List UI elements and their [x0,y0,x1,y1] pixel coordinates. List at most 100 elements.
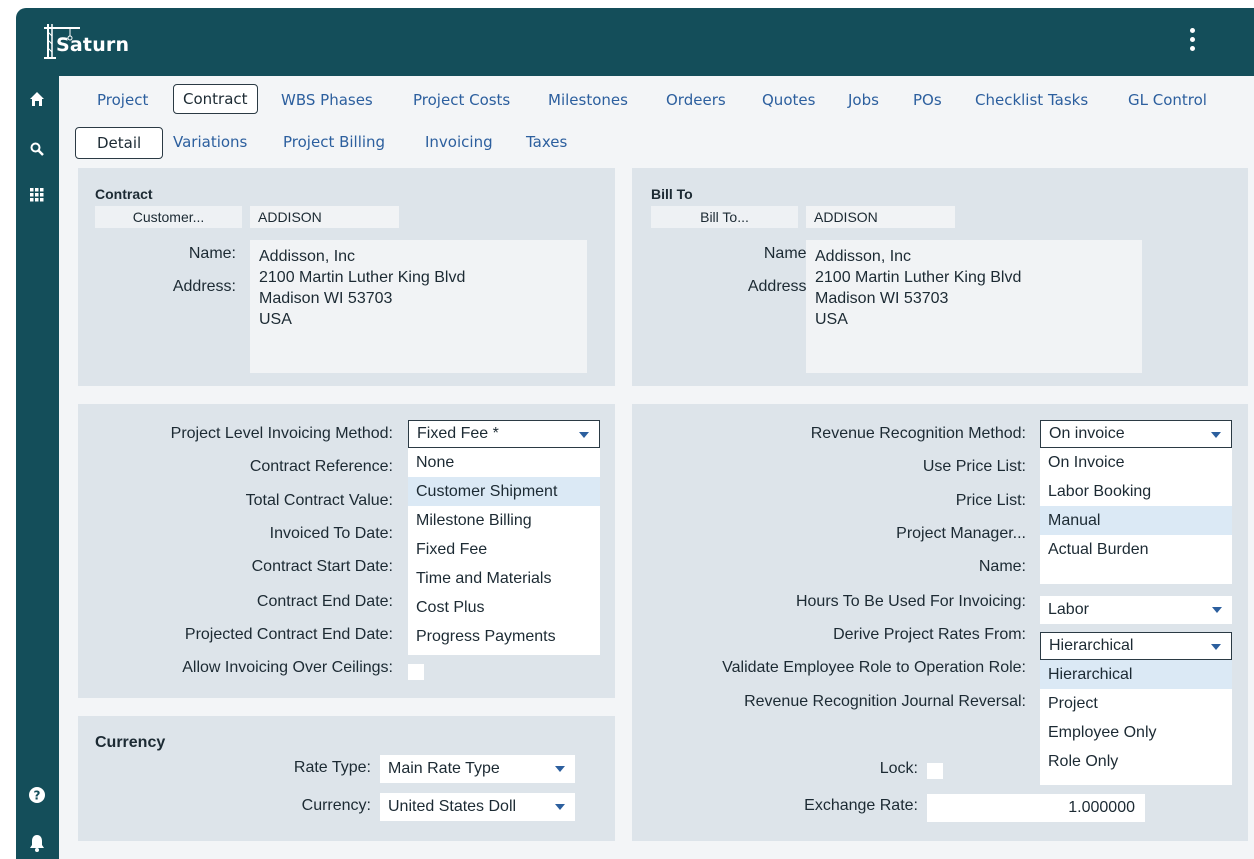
tab-pos[interactable]: POs [913,91,942,109]
invoicing-method-select[interactable]: Fixed Fee * [408,420,600,448]
invoiced-to-date-label: Invoiced To Date: [269,525,393,542]
revenue-method-dropdown: On Invoice Labor Booking Manual Actual B… [1040,448,1232,584]
contract-address-label: Address: [172,278,236,295]
bill-to-address-label: Address: [747,278,811,295]
total-contract-value-label: Total Contract Value: [245,492,393,509]
invoicing-method-dropdown: None Customer Shipment Milestone Billing… [408,448,600,655]
address-line: USA [259,311,292,328]
address-line: Addisson, Inc [815,248,912,265]
exchange-rate-label: Exchange Rate: [804,797,918,814]
bill-to-address-box: Addisson, Inc 2100 Martin Luther King Bl… [806,240,1142,373]
tab-project-billing[interactable]: Project Billing [283,133,385,151]
address-line: 2100 Martin Luther King Blvd [815,269,1022,286]
apps-grid-icon[interactable] [26,184,48,206]
address-line: 2100 Martin Luther King Blvd [259,269,466,286]
option-employee-only[interactable]: Employee Only [1040,718,1232,747]
option-cost-plus[interactable]: Cost Plus [408,593,600,622]
option-manual[interactable]: Manual [1040,506,1232,535]
address-line: Madison WI 53703 [259,290,393,307]
option-time-and-materials[interactable]: Time and Materials [408,564,600,593]
option-customer-shipment[interactable]: Customer Shipment [408,477,600,506]
exchange-rate-field[interactable]: 1.000000 [927,794,1145,822]
address-line: USA [815,311,848,328]
address-line: Madison WI 53703 [815,290,949,307]
tab-contract[interactable]: Contract [173,84,258,114]
rate-type-value: Main Rate Type [388,760,500,777]
rate-type-select[interactable]: Main Rate Type [380,755,575,783]
option-none[interactable]: None [408,448,600,477]
bill-to-section-title: Bill To [651,186,693,202]
derive-project-rates-select[interactable]: Hierarchical [1040,632,1232,660]
home-icon[interactable] [26,88,48,110]
contract-start-date-label: Contract Start Date: [251,558,393,575]
tab-project[interactable]: Project [97,91,148,109]
allow-invoicing-over-ceilings-label: Allow Invoicing Over Ceilings: [182,659,393,676]
revenue-panel: Revenue Recognition Method: Use Price Li… [632,404,1248,841]
contract-panel: Contract Customer... ADDISON Name: Addre… [78,168,615,386]
bill-to-name-label: Name: [763,245,811,262]
customer-code-field[interactable]: ADDISON [250,206,399,228]
tab-jobs[interactable]: Jobs [848,91,879,109]
option-labor-booking[interactable]: Labor Booking [1040,477,1232,506]
hours-for-invoicing-select[interactable]: Labor [1040,596,1232,624]
lock-checkbox[interactable] [927,763,943,779]
top-bar: Saturn [16,8,1254,76]
bill-to-panel: Bill To Bill To... ADDISON Name: Address… [632,168,1248,386]
tab-quotes[interactable]: Quotes [762,91,815,109]
sidebar: ? [16,76,59,859]
contract-end-date-label: Contract End Date: [256,593,393,610]
app-title: Saturn [56,34,130,56]
currency-label: Currency: [301,797,371,814]
revenue-recognition-method-select[interactable]: On invoice [1040,420,1232,448]
project-manager-label[interactable]: Project Manager... [896,525,1026,543]
tab-ordeers[interactable]: Ordeers [666,91,726,109]
option-fixed-fee[interactable]: Fixed Fee [408,535,600,564]
currency-section-title: Currency [95,734,166,751]
option-milestone-billing[interactable]: Milestone Billing [408,506,600,535]
currency-select[interactable]: United States Doll [380,793,575,821]
chevron-down-icon [579,432,589,438]
tab-project-costs[interactable]: Project Costs [413,91,510,109]
contract-name-label: Name: [188,245,236,262]
derive-project-rates-dropdown: Hierarchical Project Employee Only Role … [1040,660,1232,785]
app-window: Saturn ? Project Contract WBS Phases Pro… [16,8,1254,859]
lock-label: Lock: [879,760,918,777]
tab-invoicing[interactable]: Invoicing [425,133,493,151]
notifications-bell-icon[interactable] [26,832,48,854]
invoicing-method-label: Project Level Invoicing Method: [170,425,393,442]
tab-variations[interactable]: Variations [173,133,247,151]
tab-gl-control[interactable]: GL Control [1128,91,1207,109]
option-actual-burden[interactable]: Actual Burden [1040,535,1232,564]
currency-panel: Currency Rate Type: Currency: Main Rate … [78,716,615,841]
option-on-invoice[interactable]: On Invoice [1040,448,1232,477]
tab-wbs-phases[interactable]: WBS Phases [281,91,373,109]
option-role-only[interactable]: Role Only [1040,747,1232,776]
bill-to-lookup-button[interactable]: Bill To... [651,206,798,228]
customer-lookup-button[interactable]: Customer... [95,206,242,228]
hours-for-invoicing-value: Labor [1048,601,1089,618]
help-icon[interactable]: ? [26,784,48,806]
tab-detail[interactable]: Detail [75,127,164,159]
chevron-down-icon [1211,644,1221,650]
price-list-label: Price List: [955,492,1026,509]
tab-milestones[interactable]: Milestones [548,91,628,109]
hours-for-invoicing-label: Hours To Be Used For Invoicing: [795,593,1026,610]
allow-invoicing-over-ceilings-checkbox[interactable] [408,664,424,680]
revenue-method-value: On invoice [1049,425,1125,442]
bill-to-code-field[interactable]: ADDISON [806,206,955,228]
tab-taxes[interactable]: Taxes [526,133,567,151]
invoicing-method-value: Fixed Fee * [417,425,499,442]
option-progress-payments[interactable]: Progress Payments [408,622,600,651]
more-menu-icon[interactable] [1188,28,1196,58]
revenue-journal-reversal-label: Revenue Recognition Journal Reversal: [744,693,1026,710]
tab-checklist-tasks[interactable]: Checklist Tasks [975,91,1088,109]
currency-value: United States Doll [388,798,517,815]
svg-text:?: ? [34,789,41,803]
search-icon[interactable] [26,138,48,160]
option-hierarchical[interactable]: Hierarchical [1040,660,1232,689]
chevron-down-icon [1211,432,1221,438]
contract-address-box: Addisson, Inc 2100 Martin Luther King Bl… [250,240,587,373]
validate-employee-role-label: Validate Employee Role to Operation Role… [722,659,1026,676]
option-project[interactable]: Project [1040,689,1232,718]
chevron-down-icon [555,766,565,772]
